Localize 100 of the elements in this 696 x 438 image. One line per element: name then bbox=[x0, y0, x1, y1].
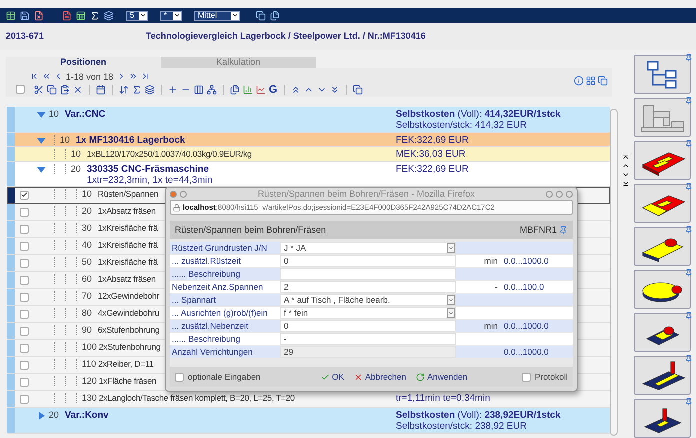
files-icon[interactable] bbox=[270, 10, 280, 20]
input-field[interactable]: 2 bbox=[280, 281, 456, 293]
row-checkbox[interactable] bbox=[20, 190, 28, 200]
row-checkbox[interactable] bbox=[20, 258, 28, 268]
operation-tile[interactable] bbox=[634, 313, 691, 352]
disclosure-triangle-icon[interactable] bbox=[37, 110, 46, 118]
protocol-checkbox[interactable] bbox=[522, 372, 531, 382]
calendar-icon[interactable] bbox=[96, 84, 106, 94]
input-field[interactable]: 0 bbox=[280, 320, 456, 332]
columns-icon[interactable] bbox=[194, 84, 204, 94]
last-icon[interactable] bbox=[622, 180, 630, 188]
row-checkbox[interactable] bbox=[20, 344, 28, 352]
row-checkbox[interactable] bbox=[20, 360, 28, 370]
tree-guide-line bbox=[65, 393, 66, 403]
bar-chart-icon[interactable] bbox=[243, 84, 253, 94]
row-checkbox[interactable] bbox=[20, 394, 28, 404]
spreadsheet-icon[interactable] bbox=[76, 10, 86, 20]
down-icon[interactable] bbox=[622, 171, 630, 179]
field-label: ...... Beschreibung bbox=[171, 334, 242, 344]
info-icon[interactable] bbox=[574, 76, 584, 86]
first-icon[interactable] bbox=[622, 153, 630, 161]
pin-icon[interactable] bbox=[685, 269, 693, 277]
sigma-icon[interactable] bbox=[90, 10, 100, 20]
operation-tile[interactable] bbox=[634, 399, 691, 438]
delete-file-icon[interactable] bbox=[34, 10, 44, 20]
page-size-select[interactable]: 5 bbox=[126, 10, 148, 20]
input-field[interactable] bbox=[280, 268, 456, 280]
previous-page-icon[interactable] bbox=[54, 72, 63, 81]
copy-icon[interactable] bbox=[598, 76, 608, 86]
operation-tile[interactable] bbox=[634, 98, 691, 137]
grid-icon[interactable] bbox=[586, 76, 596, 86]
next-pages-icon[interactable] bbox=[128, 72, 138, 81]
detail-level-select[interactable]: Mittel bbox=[194, 10, 240, 20]
select-field[interactable]: J * JA bbox=[280, 242, 456, 254]
scissors-icon[interactable] bbox=[34, 84, 44, 94]
pin-icon[interactable] bbox=[685, 54, 693, 62]
pin-icon[interactable] bbox=[685, 97, 693, 105]
pin-icon[interactable] bbox=[685, 140, 693, 148]
operation-tile[interactable] bbox=[634, 270, 691, 309]
delete-icon[interactable] bbox=[73, 84, 83, 94]
select-field[interactable]: f * fein bbox=[280, 307, 456, 319]
operation-tile[interactable] bbox=[634, 55, 691, 94]
pin-icon[interactable] bbox=[685, 183, 693, 191]
first-page-icon[interactable] bbox=[30, 72, 39, 81]
disclosure-triangle-icon[interactable] bbox=[37, 166, 46, 174]
position-text: 1xKreisfläche frä bbox=[98, 257, 158, 268]
row-checkbox[interactable] bbox=[20, 310, 28, 318]
copy-icon[interactable] bbox=[47, 84, 57, 94]
table-icon[interactable] bbox=[6, 10, 16, 20]
files-icon[interactable] bbox=[230, 84, 240, 94]
operation-tile[interactable] bbox=[634, 356, 691, 395]
optional-checkbox[interactable] bbox=[175, 372, 184, 382]
row-checkbox[interactable] bbox=[20, 242, 28, 250]
plus-icon[interactable] bbox=[168, 84, 178, 94]
row-checkbox[interactable] bbox=[20, 292, 28, 302]
dialog-button[interactable]: Abbrechen bbox=[354, 372, 406, 382]
operation-tile[interactable] bbox=[634, 184, 691, 223]
pin-icon[interactable] bbox=[685, 355, 693, 363]
disclosure-triangle-icon[interactable] bbox=[37, 412, 46, 420]
pin-icon[interactable] bbox=[685, 226, 693, 234]
pin-icon[interactable] bbox=[685, 398, 693, 406]
previous-pages-icon[interactable] bbox=[42, 72, 51, 81]
copy-icon[interactable] bbox=[352, 84, 363, 94]
filter-select[interactable]: * bbox=[160, 10, 182, 20]
select-field[interactable]: A * auf Tisch , Fläche bearb. bbox=[280, 294, 456, 306]
tab[interactable]: Positionen bbox=[6, 57, 161, 68]
input-field[interactable]: - bbox=[280, 333, 456, 345]
copy-icon[interactable] bbox=[256, 10, 266, 20]
pdf-file-icon[interactable] bbox=[62, 10, 72, 20]
sort-icon[interactable] bbox=[119, 84, 129, 94]
move-bottom-icon[interactable] bbox=[330, 84, 340, 94]
row-checkbox[interactable] bbox=[20, 208, 28, 216]
paste-icon[interactable] bbox=[60, 84, 70, 94]
row-checkbox[interactable] bbox=[20, 276, 28, 284]
scrollbar[interactable] bbox=[610, 109, 618, 436]
layers-icon[interactable] bbox=[145, 84, 155, 94]
input-field[interactable]: 0 bbox=[280, 255, 456, 267]
up-icon[interactable] bbox=[622, 162, 630, 170]
row-checkbox[interactable] bbox=[20, 326, 28, 336]
last-page-icon[interactable] bbox=[140, 72, 150, 81]
move-top-icon[interactable] bbox=[290, 84, 301, 94]
layers-icon[interactable] bbox=[104, 10, 114, 20]
select-all-checkbox[interactable] bbox=[16, 85, 25, 94]
tree-icon[interactable] bbox=[207, 84, 217, 94]
graph-button[interactable]: G bbox=[269, 84, 278, 96]
sigma-icon[interactable] bbox=[132, 84, 142, 94]
field-label: ... zusätzl.Rüstzeit bbox=[171, 256, 242, 266]
dialog-button[interactable]: Anwenden bbox=[416, 372, 468, 382]
pin-icon[interactable] bbox=[685, 312, 693, 320]
operation-tile[interactable] bbox=[634, 227, 691, 266]
check-icon bbox=[321, 372, 330, 382]
dialog-button[interactable]: OK bbox=[321, 372, 344, 382]
save-icon[interactable] bbox=[20, 10, 30, 20]
pin-icon[interactable] bbox=[559, 226, 568, 234]
row-checkbox[interactable] bbox=[20, 224, 28, 234]
field-label: Rüstzeit Grundrusten J/N bbox=[171, 243, 268, 253]
row-checkbox[interactable] bbox=[20, 378, 28, 386]
line-chart-icon[interactable] bbox=[256, 84, 266, 94]
disclosure-triangle-icon[interactable] bbox=[37, 136, 46, 144]
operation-tile[interactable] bbox=[634, 141, 691, 180]
